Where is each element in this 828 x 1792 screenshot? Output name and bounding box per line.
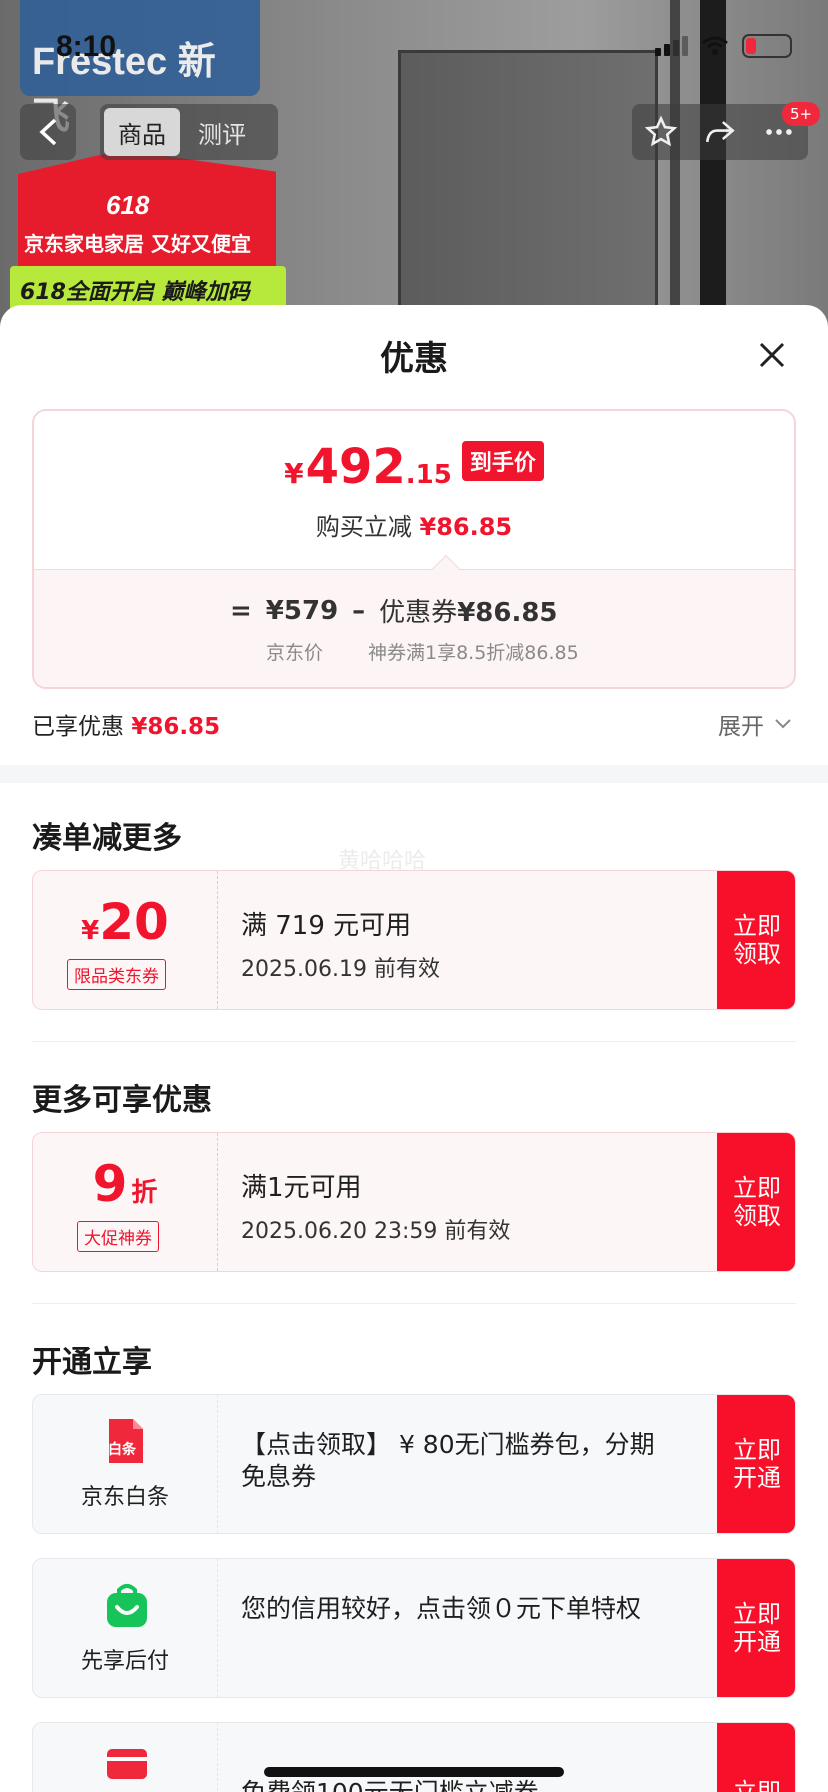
price-breakdown-card: ¥ 492 .15 到手价 购买立减 ¥86.85 = ¥579 – 优惠券¥8… [32,409,796,689]
cp-sep [217,1723,218,1792]
activate-button[interactable]: 立即 [717,1723,795,1792]
promo-618-badge: 618 京东家电家居 又好又便宜 [18,150,276,270]
enjoyed-label: 已享优惠 [32,714,124,740]
price-formula: = ¥579 – 优惠券¥86.85 京东价 神券满1享8.5折减86.85 [34,569,794,687]
coupon-caption: 神券满1享8.5折减86.85 [368,642,579,664]
coupon-value: 20 [99,893,169,951]
divider-band [0,765,828,783]
coupon-value: 9 [92,1155,128,1213]
hr [32,1041,796,1042]
discount-sheet: 优惠 ¥ 492 .15 到手价 购买立减 ¥86.85 = ¥579 – 优惠… [0,305,828,1792]
coupon-condition: 满1元可用 [241,1173,362,1203]
signal-icon [655,36,688,56]
cp-left: 白条 京东白条 [33,1395,217,1533]
product-page-backdrop: Frestec 新飞 618 京东家电家居 又好又便宜 618全面开启 巅峰加码… [0,0,828,330]
cp-left: 9 折 大促神券 [33,1133,217,1271]
jd-price: ¥579 [265,595,339,626]
cp-sep [217,871,218,1009]
chevron-left-icon [39,118,57,146]
cp-sep [217,1133,218,1271]
baitiao-icon: 白条 [105,1417,145,1465]
section-title-more-orders: 凑单减更多 [32,821,182,856]
expand-label: 展开 [718,714,764,740]
activate-card-pay-later: 先享后付 您的信用较好，点击领０元下单特权 立即 开通 [32,1558,796,1698]
service-description: 您的信用较好，点击领０元下单特权 [241,1594,642,1623]
price-decimal: .15 [405,460,452,490]
section-title-more-discounts: 更多可享优惠 [32,1083,212,1118]
service-name: 先享后付 [80,1649,169,1674]
claim-button[interactable]: 立即 领取 [717,1133,795,1271]
cp-left: 先享后付 [33,1559,217,1697]
baitiao-icon-text: 白条 [108,1442,136,1458]
product-tabs: 商品 测评 [100,104,278,160]
price-currency: ¥ [284,457,304,490]
cp-sep [217,1395,218,1533]
coupon-tag: 大促神券 [77,1221,159,1252]
coupon-currency: ¥ [81,916,100,946]
activate-card-baitiao: 白条 京东白条 【点击领取】 ¥ 80无门槛券包，分期免息券 立即 开通 [32,1394,796,1534]
coupon-amount: ¥86.85 [457,598,558,628]
equals-sign: = [230,595,252,626]
enjoyed-discount: 已享优惠 ¥86.85 [32,707,220,741]
chevron-down-icon [775,719,791,729]
cp-value: ¥ 20 [33,893,217,951]
cp-left: ¥ 20 限品类东券 [33,871,217,1009]
share-icon[interactable] [703,115,737,149]
activate-card-voucher: 免费领100元无门槛立减券 立即 [32,1722,796,1792]
reduce-amount: ¥86.85 [419,513,513,541]
product-image [398,50,658,330]
home-indicator[interactable] [264,1767,564,1777]
instant-reduce: 购买立减 ¥86.85 [34,507,794,542]
cp-sep [217,1559,218,1697]
card-icon [105,1745,147,1792]
coupon-validity: 2025.06.19 前有效 [241,957,440,982]
minus-sign: – [352,595,366,626]
final-price: ¥ 492 .15 到手价 [34,439,794,495]
back-button[interactable] [20,104,76,160]
notification-badge: 5+ [782,102,821,126]
cp-left [33,1723,217,1792]
coupon-unit: 折 [131,1178,158,1208]
pb-top: ¥ 492 .15 到手价 购买立减 ¥86.85 [34,411,794,569]
sheet-title: 优惠 [380,339,448,379]
battery-icon [742,34,792,58]
pb-formula: = ¥579 – 优惠券¥86.85 [230,592,558,629]
wifi-icon [702,36,728,55]
claim-button[interactable]: 立即 领取 [717,871,795,1009]
coupon-card: ¥ 20 限品类东券 满 719 元可用 2025.06.19 前有效 立即 领取 [32,870,796,1010]
tab-product[interactable]: 商品 [104,108,180,156]
service-description: 免费领100元无门槛立减券 [241,1777,661,1792]
coupon-validity: 2025.06.20 23:59 前有效 [241,1219,511,1244]
status-icons [655,34,792,58]
cp-value: 9 折 [33,1155,217,1213]
promo-number: 618 [106,190,150,220]
status-time: 8:10 [56,30,117,63]
activate-button[interactable]: 立即 开通 [717,1559,795,1697]
reduce-label: 购买立减 [315,513,412,541]
coupon-condition: 满 719 元可用 [241,911,412,941]
coupon-label: 优惠券 [379,598,458,628]
bag-icon [105,1581,147,1629]
promo-line: 京东家电家居 又好又便宜 [24,232,251,256]
jd-price-caption: 京东价 [266,642,324,664]
close-icon[interactable] [752,335,792,375]
service-description: 【点击领取】 ¥ 80无门槛券包，分期免息券 [241,1430,655,1491]
final-price-tag: 到手价 [461,441,544,481]
coupon-tag: 限品类东券 [67,959,166,990]
price-integer: 492 [305,439,406,495]
activate-button[interactable]: 立即 开通 [717,1395,795,1533]
enjoyed-amount: ¥86.85 [131,714,221,740]
section-title-activate: 开通立享 [32,1345,152,1380]
hr [32,1303,796,1304]
service-name: 京东白条 [80,1485,169,1510]
star-icon[interactable] [644,115,678,149]
expand-button[interactable]: 展开 [718,707,792,741]
coupon-card: 9 折 大促神券 满1元可用 2025.06.20 23:59 前有效 立即 领取 [32,1132,796,1272]
tab-review[interactable]: 测评 [184,108,260,156]
